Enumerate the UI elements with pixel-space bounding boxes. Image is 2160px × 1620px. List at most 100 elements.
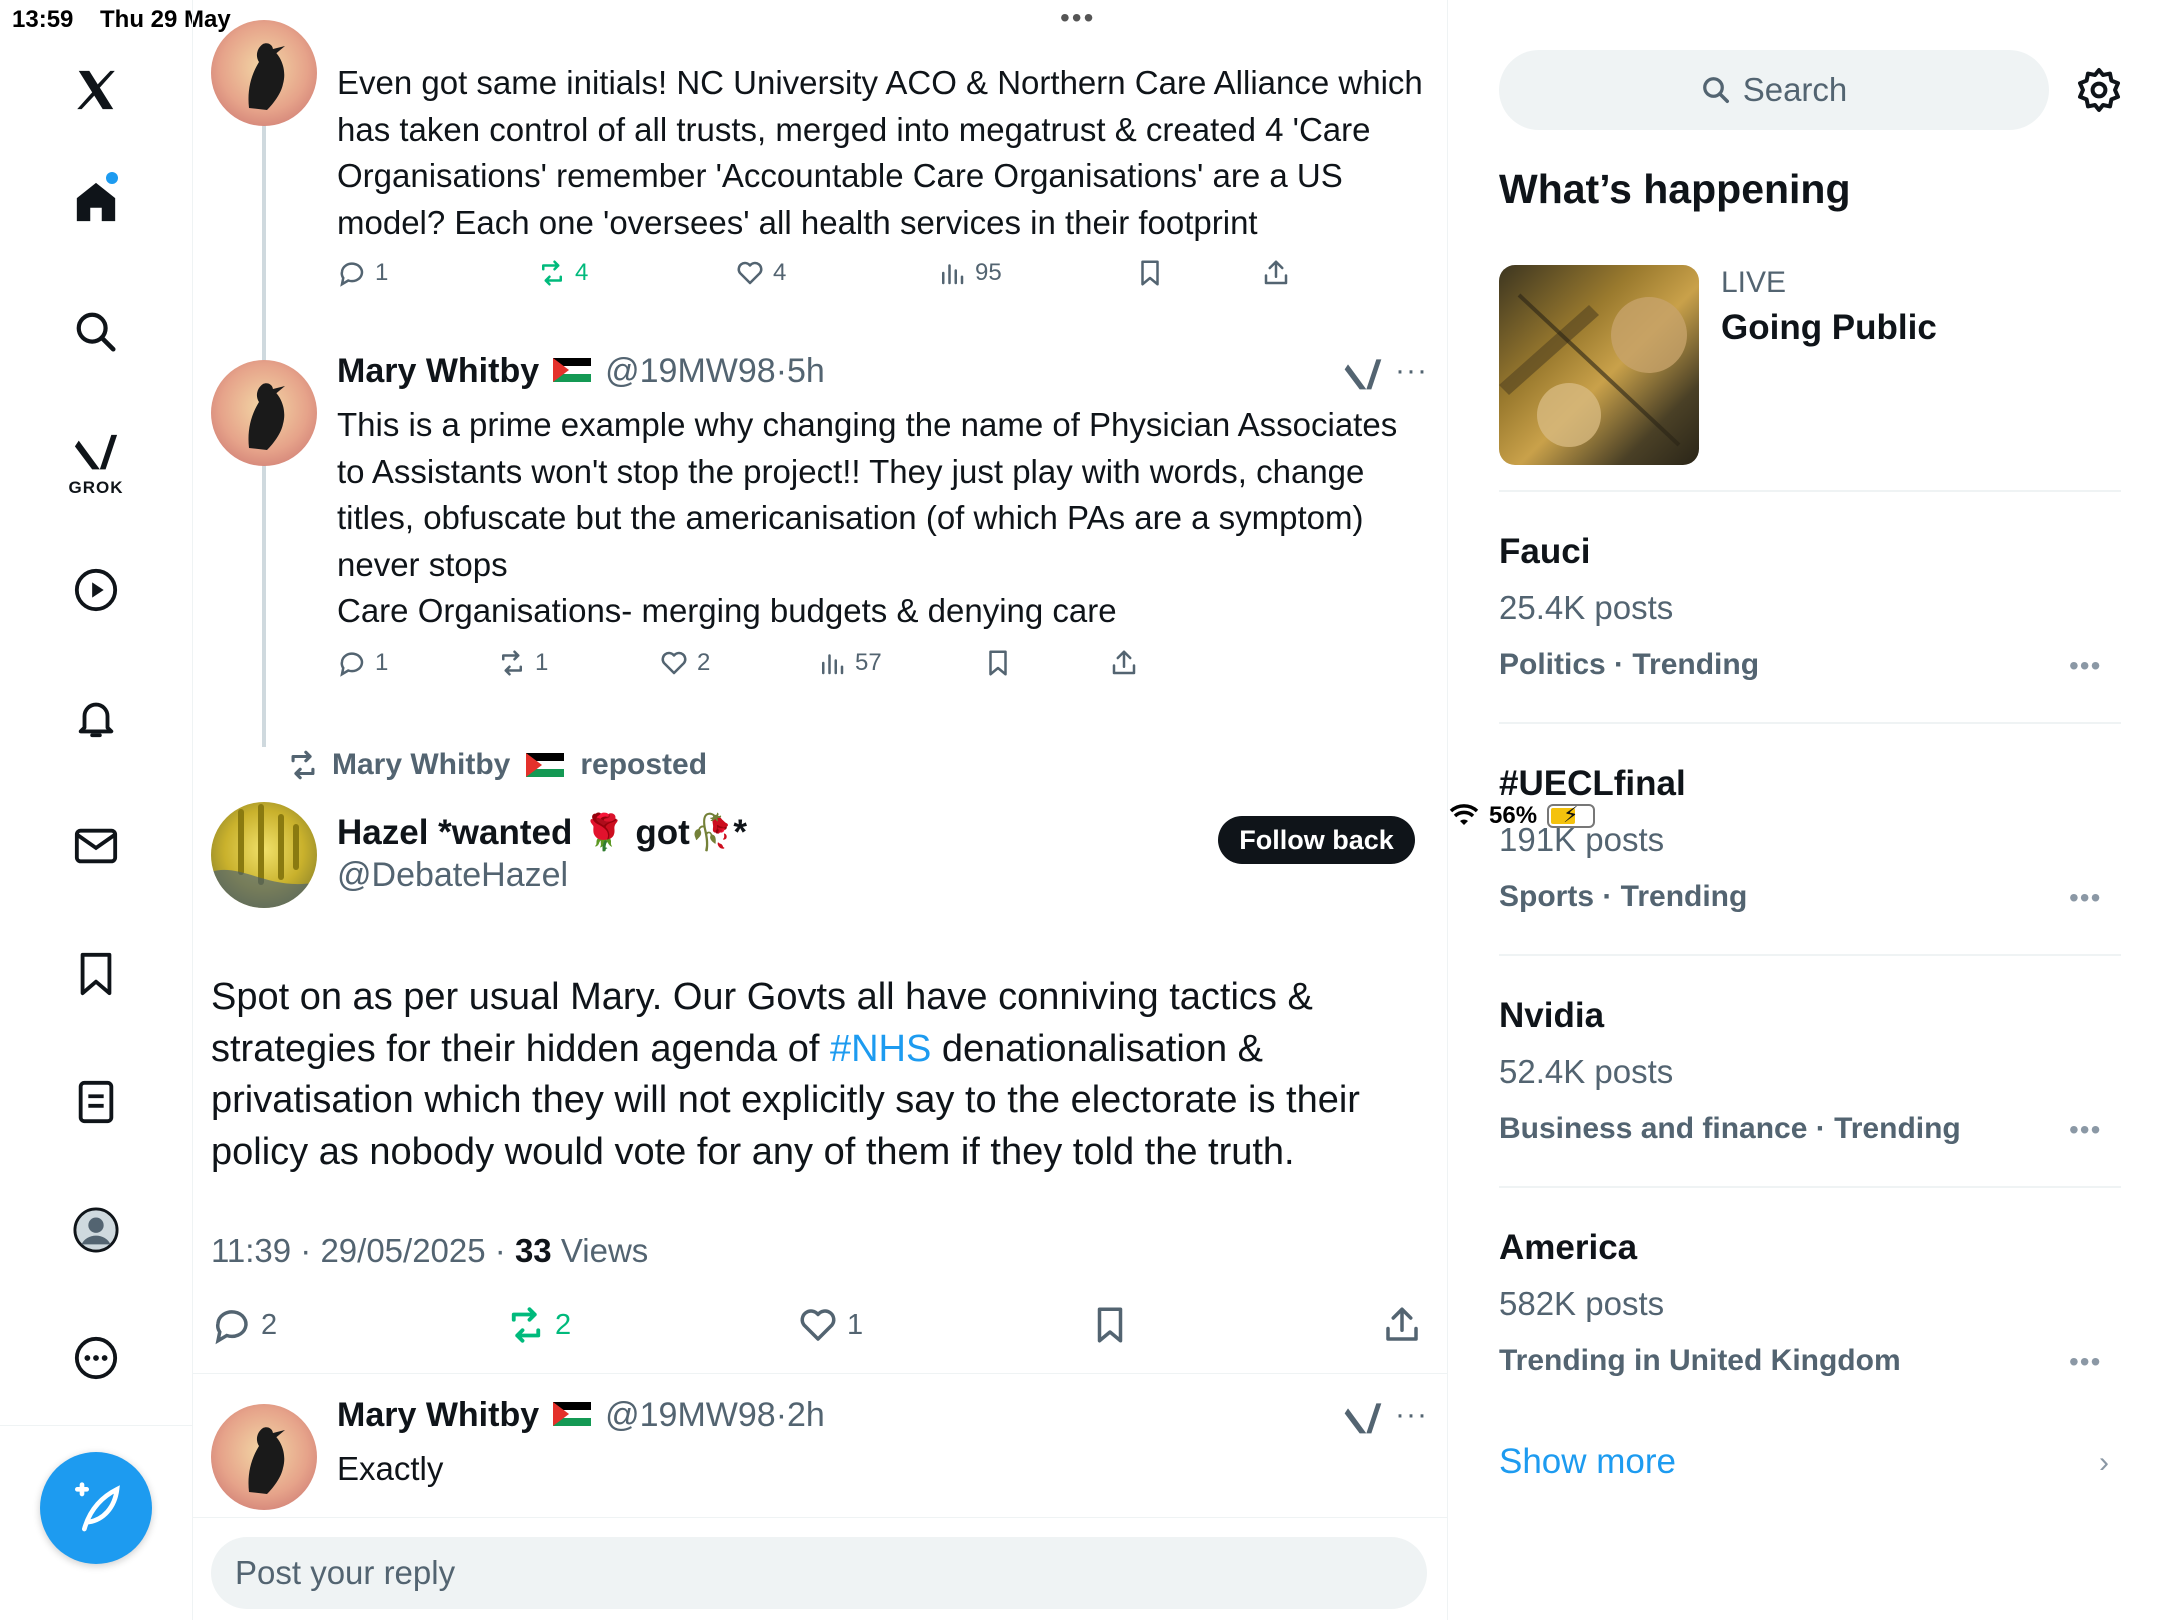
trend-title[interactable]: America (1499, 1228, 1637, 1268)
bookmark-button[interactable] (1135, 258, 1165, 288)
view-count: 57 (855, 649, 882, 676)
repost-icon (511, 1307, 541, 1343)
author-name[interactable]: Mary Whitby (337, 1396, 539, 1435)
live-event-thumbnail[interactable] (1499, 265, 1699, 465)
avatar[interactable] (211, 360, 317, 466)
x-logo-icon[interactable] (66, 60, 126, 120)
tweet-text: Even got same initials! NC University AC… (337, 64, 1423, 241)
notifications-bell-icon[interactable] (66, 688, 126, 748)
hashtag-link[interactable]: #NHS (830, 1028, 931, 1070)
compose-post-button[interactable] (40, 1452, 152, 1564)
divider (1499, 722, 2121, 724)
reply-input[interactable]: Post your reply (211, 1537, 1427, 1609)
like-button[interactable]: 1 (797, 1304, 863, 1346)
trend-title[interactable]: Nvidia (1499, 996, 1604, 1036)
tweet-header: Mary Whitby @19MW98·5h (337, 352, 825, 391)
trend-title[interactable]: #UECLfinal (1499, 764, 1686, 804)
trend-count: 582K posts (1499, 1285, 1665, 1322)
repost-button[interactable]: 1 (497, 648, 548, 678)
author-handle[interactable]: @DebateHazel (337, 856, 568, 895)
repost-count: 1 (535, 649, 549, 676)
trend-more-icon[interactable]: ••• (2069, 650, 2101, 682)
heart-icon (661, 651, 687, 675)
search-icon (1702, 77, 1729, 103)
reposter-name[interactable]: Mary Whitby (332, 748, 510, 782)
focus-handle-row: @DebateHazel (337, 856, 568, 895)
share-button[interactable] (1381, 1304, 1423, 1346)
trend-category: Politics · Trending (1499, 648, 1760, 681)
profile-avatar-icon[interactable] (66, 1200, 126, 1260)
messages-envelope-icon[interactable] (66, 816, 126, 876)
views-count: 33 (514, 1232, 552, 1269)
trend-category: Sports · Trending (1499, 880, 1748, 913)
reply-header: Mary Whitby @19MW98·2h (337, 1396, 825, 1435)
reply-button[interactable]: 1 (337, 258, 388, 288)
focus-actions: 2 2 1 (211, 1304, 1431, 1354)
bookmark-icon (1141, 260, 1159, 286)
bookmark-button[interactable] (983, 648, 1013, 678)
search-placeholder: Search (1742, 71, 1848, 108)
tweet-text-body: This is a prime example why changing the… (337, 406, 1398, 583)
trend-more-icon[interactable]: ••• (2069, 1114, 2101, 1146)
analytics-icon (822, 654, 844, 675)
chevron-right-icon: › (2099, 1446, 2109, 1479)
share-button[interactable] (1109, 648, 1139, 678)
trend-count: 25.4K posts (1499, 589, 1674, 626)
trend-category: Business and finance · Trending (1499, 1112, 1961, 1145)
views-button[interactable]: 95 (937, 258, 1002, 288)
like-button[interactable]: 2 (659, 648, 710, 678)
trend-more-icon[interactable]: ••• (2069, 882, 2101, 914)
reply-button[interactable]: 1 (337, 648, 388, 678)
author-handle[interactable]: @19MW98 (605, 352, 776, 391)
trend-more-icon[interactable]: ••• (2069, 1346, 2101, 1378)
share-button[interactable] (1261, 258, 1291, 288)
avatar[interactable] (211, 1404, 317, 1510)
author-handle[interactable]: @19MW98 (605, 1396, 776, 1435)
grok-explain-icon[interactable] (1343, 1400, 1383, 1440)
whats-happening-title: What’s happening (1499, 166, 1851, 212)
tweet-time: ·5h (775, 352, 825, 390)
reply-icon (340, 652, 364, 677)
show-more-link[interactable]: Show more (1499, 1442, 1676, 1482)
follow-back-button[interactable]: Follow back (1218, 816, 1415, 864)
trend-title[interactable]: Fauci (1499, 532, 1590, 572)
repost-count: 4 (575, 259, 589, 286)
reply-button[interactable]: 2 (211, 1304, 277, 1346)
like-button[interactable]: 4 (735, 258, 786, 288)
settings-gear-icon[interactable] (2075, 66, 2123, 114)
like-count: 4 (773, 259, 787, 286)
grok-label: GROK (68, 478, 124, 497)
lists-icon[interactable] (66, 1072, 126, 1132)
reposted-label: reposted (580, 748, 708, 781)
grok-icon[interactable] (66, 424, 126, 484)
video-play-icon[interactable] (66, 560, 126, 620)
share-icon (1264, 260, 1288, 285)
author-name[interactable]: Hazel *wanted 🌹 got🥀* (337, 812, 747, 853)
grok-explain-icon[interactable] (1343, 356, 1383, 396)
bookmark-icon (1097, 1307, 1123, 1343)
share-icon (1386, 1307, 1418, 1341)
more-options-icon[interactable] (66, 1328, 126, 1388)
view-count: 95 (975, 259, 1002, 286)
repost-button[interactable]: 4 (537, 258, 588, 288)
bookmarks-icon[interactable] (66, 944, 126, 1004)
repost-button[interactable]: 2 (505, 1304, 571, 1346)
main-column: Even got same initials! NC University AC… (193, 0, 1448, 1620)
left-navigation: GROK (0, 0, 193, 1620)
tweet-more-icon[interactable]: ··· (1395, 354, 1428, 388)
explore-search-icon[interactable] (66, 302, 126, 362)
bookmark-button[interactable] (1089, 1304, 1131, 1346)
repost-icon (502, 650, 522, 676)
palestine-flag-icon (553, 358, 592, 382)
tweet-more-icon[interactable]: ··· (1395, 1398, 1428, 1432)
analytics-icon (942, 264, 964, 285)
author-name[interactable]: Mary Whitby (337, 352, 539, 391)
divider (193, 1373, 1447, 1374)
palestine-flag-icon (553, 1402, 592, 1426)
avatar[interactable] (211, 802, 317, 908)
avatar[interactable] (211, 20, 317, 126)
search-input[interactable]: Search (1499, 50, 2049, 130)
views-button[interactable]: 57 (817, 648, 882, 678)
reply-count: 2 (261, 1308, 278, 1341)
live-event-title[interactable]: Going Public (1721, 308, 1937, 348)
